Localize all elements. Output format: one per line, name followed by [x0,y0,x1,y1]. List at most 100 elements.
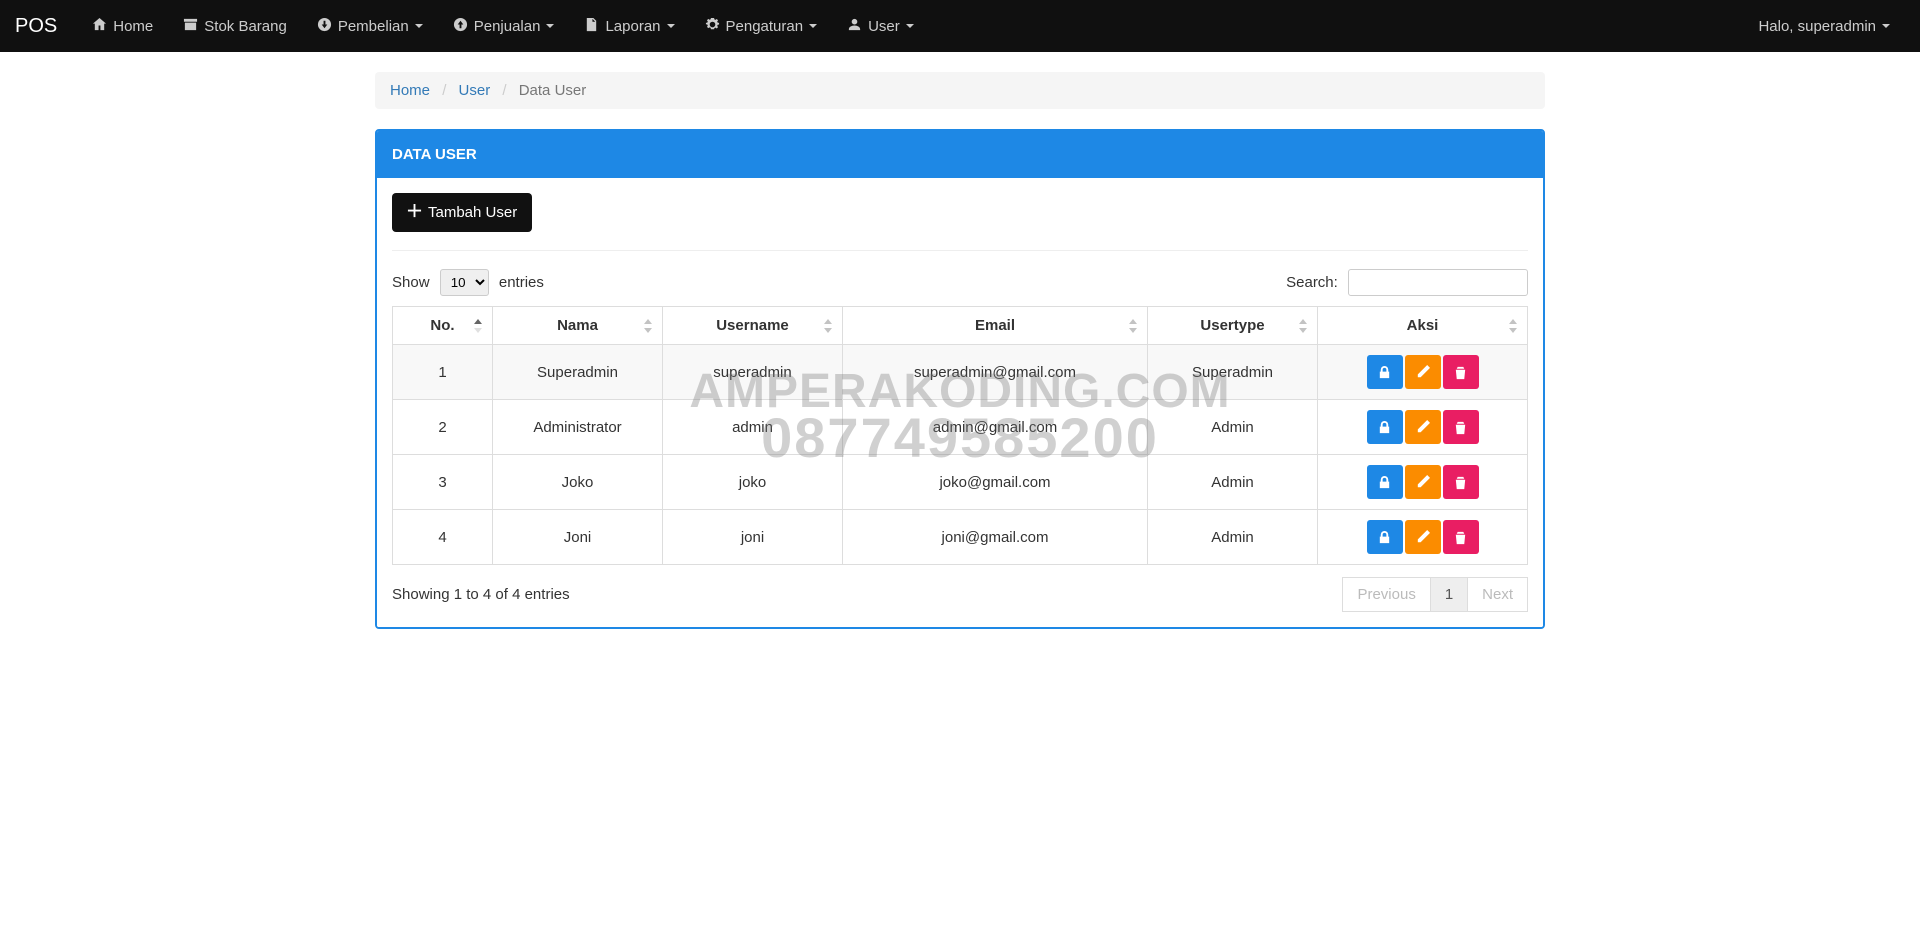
cell-email: admin@gmail.com [843,400,1148,455]
main-container: Home / User / Data User DATA USER Tambah… [375,52,1545,629]
page-current[interactable]: 1 [1430,577,1468,612]
cell-no: 4 [393,510,493,565]
search-label: Search: [1286,274,1338,291]
sort-icon [822,319,834,333]
cell-username: joko [663,455,843,510]
nav-label: Penjualan [474,18,541,35]
nav-label: Laporan [605,18,660,35]
nav-item-pembelian[interactable]: Pembelian [302,0,438,52]
nav-label: Stok Barang [204,18,287,35]
lock-button[interactable] [1367,410,1403,444]
user-table: No. Nama Username Email Usertype Aksi 1S… [392,306,1528,565]
search-control: Search: [1286,269,1528,296]
nav-label: User [868,18,900,35]
breadcrumb-home[interactable]: Home [390,82,430,99]
length-select[interactable]: 10 [440,269,489,296]
col-username[interactable]: Username [663,307,843,345]
breadcrumb-current: Data User [519,82,587,99]
nav-item-penjualan[interactable]: Penjualan [438,0,570,52]
length-suffix: entries [499,274,544,291]
page-next[interactable]: Next [1467,577,1528,612]
edit-button[interactable] [1405,465,1441,499]
chevron-down-icon [415,24,423,28]
add-user-button[interactable]: Tambah User [392,193,532,232]
col-aksi[interactable]: Aksi [1318,307,1528,345]
table-row: 1Superadminsuperadminsuperadmin@gmail.co… [393,345,1528,400]
cell-no: 1 [393,345,493,400]
cell-aksi [1318,510,1528,565]
breadcrumb-user[interactable]: User [459,82,491,99]
cell-aksi [1318,400,1528,455]
nav-item-home[interactable]: Home [77,0,168,52]
delete-button[interactable] [1443,465,1479,499]
cell-nama: Joni [493,510,663,565]
page-previous[interactable]: Previous [1342,577,1430,612]
search-input[interactable] [1348,269,1528,296]
col-no[interactable]: No. [393,307,493,345]
chevron-down-icon [546,24,554,28]
nav-item-pengaturan[interactable]: Pengaturan [690,0,833,52]
edit-button[interactable] [1405,410,1441,444]
delete-button[interactable] [1443,410,1479,444]
data-user-panel: DATA USER Tambah User Show 10 entries Se… [375,129,1545,629]
sort-icon [472,319,484,333]
sort-icon [642,319,654,333]
upload-icon [453,17,468,36]
cell-no: 2 [393,400,493,455]
col-email[interactable]: Email [843,307,1148,345]
nav-item-user[interactable]: User [832,0,929,52]
cell-aksi [1318,455,1528,510]
file-icon [584,17,599,36]
length-control: Show 10 entries [392,269,544,296]
nav-item-stok-barang[interactable]: Stok Barang [168,0,302,52]
cell-usertype: Admin [1148,400,1318,455]
delete-button[interactable] [1443,520,1479,554]
sort-icon [1297,319,1309,333]
panel-title: DATA USER [377,131,1543,178]
nav-item-laporan[interactable]: Laporan [569,0,689,52]
lock-button[interactable] [1367,465,1403,499]
sort-icon [1127,319,1139,333]
navbar: POS Home Stok Barang Pembelian Penjualan… [0,0,1920,52]
lock-button[interactable] [1367,520,1403,554]
delete-button[interactable] [1443,355,1479,389]
table-row: 4Jonijonijoni@gmail.comAdmin [393,510,1528,565]
chevron-down-icon [809,24,817,28]
table-info: Showing 1 to 4 of 4 entries [392,586,570,603]
cell-email: superadmin@gmail.com [843,345,1148,400]
nav-label: Pengaturan [726,18,804,35]
user-icon [847,17,862,36]
datatable-footer: Showing 1 to 4 of 4 entries Previous 1 N… [392,577,1528,612]
cell-email: joko@gmail.com [843,455,1148,510]
cell-no: 3 [393,455,493,510]
brand-logo[interactable]: POS [15,15,57,38]
cell-nama: Administrator [493,400,663,455]
cell-username: joni [663,510,843,565]
plus-icon [407,203,422,222]
col-nama[interactable]: Nama [493,307,663,345]
greeting-label: Halo, superadmin [1758,18,1876,35]
cell-nama: Joko [493,455,663,510]
datatable-controls: Show 10 entries Search: [392,269,1528,296]
cell-nama: Superadmin [493,345,663,400]
download-icon [317,17,332,36]
sort-icon [1507,319,1519,333]
breadcrumb-separator: / [502,82,506,99]
cell-aksi [1318,345,1528,400]
pagination: Previous 1 Next [1343,577,1528,612]
lock-button[interactable] [1367,355,1403,389]
chevron-down-icon [1882,24,1890,28]
nav-item-greeting[interactable]: Halo, superadmin [1743,0,1905,52]
length-prefix: Show [392,274,430,291]
edit-button[interactable] [1405,355,1441,389]
cell-email: joni@gmail.com [843,510,1148,565]
table-row: 3Jokojokojoko@gmail.comAdmin [393,455,1528,510]
gear-icon [705,17,720,36]
edit-button[interactable] [1405,520,1441,554]
divider [392,250,1528,251]
col-usertype[interactable]: Usertype [1148,307,1318,345]
archive-icon [183,17,198,36]
table-row: 2Administratoradminadmin@gmail.comAdmin [393,400,1528,455]
chevron-down-icon [667,24,675,28]
cell-username: admin [663,400,843,455]
